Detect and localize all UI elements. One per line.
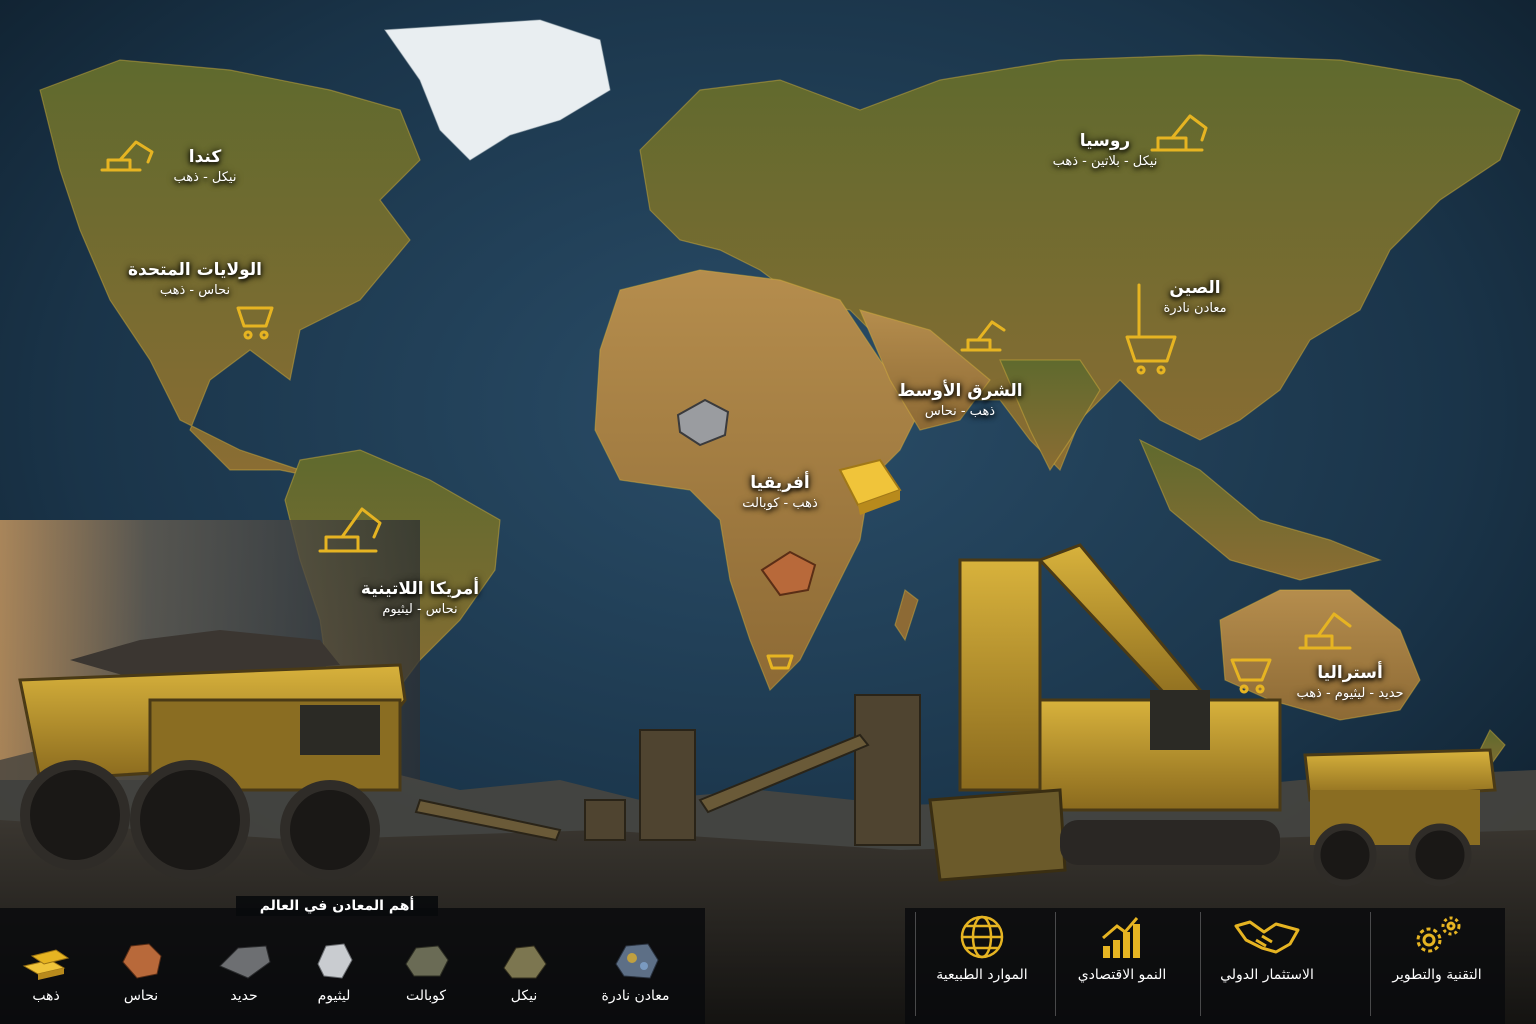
region-label-russia: روسيا نيكل - بلاتين - ذهب [1020, 130, 1190, 170]
region-name: أستراليا [1317, 663, 1383, 683]
legend-item-cobalt: كوبالت [380, 938, 472, 1004]
feature-economic-growth: النمو الاقتصادي [1055, 912, 1188, 1016]
legend-item-copper: نحاس [95, 938, 187, 1004]
region-minerals: نيكل - ذهب [173, 169, 237, 185]
region-name: روسيا [1079, 131, 1131, 151]
rare-earth-ore-icon [614, 943, 659, 979]
globe-icon [960, 915, 1004, 959]
legend-label: معادن نادرة [601, 988, 670, 1004]
legend-label: ذهب [32, 988, 60, 1004]
region-minerals: نحاس - ذهب [159, 282, 231, 298]
copper-nugget-icon [122, 943, 162, 979]
legend-item-nickel: نيكل [478, 938, 570, 1004]
legend-title: أهم المعادن في العالم [236, 896, 438, 916]
legend-label: كوبالت [405, 988, 447, 1004]
feature-label: الاستثمار الدولي [1220, 967, 1314, 983]
feature-tech-development: التقنية والتطوير [1370, 912, 1503, 1016]
region-label-africa: أفريقيا ذهب - كوبالت [715, 472, 845, 512]
region-label-middle-east: الشرق الأوسط ذهب - نحاس [890, 380, 1030, 420]
legend-item-rare-earths: معادن نادرة [578, 938, 693, 1004]
handshake-icon [1234, 920, 1300, 954]
region-minerals: نيكل - بلاتين - ذهب [1052, 153, 1158, 169]
region-label-canada: كندا نيكل - ذهب [150, 146, 260, 186]
region-minerals: معادن نادرة [1163, 300, 1227, 316]
legend-item-iron: حديد [198, 938, 290, 1004]
legend-label: حديد [230, 988, 258, 1004]
feature-international-investment: الاستثمار الدولي [1200, 912, 1333, 1016]
feature-natural-resources: الموارد الطبيعية [915, 912, 1048, 1016]
legend-label: نحاس [123, 988, 159, 1004]
cobalt-ore-icon [405, 945, 449, 977]
lithium-crystal-icon [317, 943, 353, 979]
legend-item-gold: ذهب [0, 938, 92, 1004]
gold-bars-icon [22, 949, 70, 980]
region-name: الولايات المتحدة [128, 260, 262, 280]
region-label-usa: الولايات المتحدة نحاس - ذهب [120, 259, 270, 299]
region-minerals: ذهب - نحاس [924, 403, 996, 419]
legend-label: نيكل [510, 988, 538, 1004]
region-name: الشرق الأوسط [897, 381, 1023, 401]
region-name: كندا [188, 147, 222, 167]
feature-label: التقنية والتطوير [1392, 967, 1482, 983]
region-name: أمريكا اللاتينية [360, 579, 480, 599]
nickel-ore-icon [503, 945, 547, 979]
iron-ore-icon [219, 945, 271, 979]
feature-label: النمو الاقتصادي [1077, 967, 1167, 983]
region-label-australia: أستراليا حديد - ليثيوم - ذهب [1270, 662, 1430, 702]
region-name: الصين [1169, 278, 1221, 298]
legend-item-lithium: ليثيوم [288, 938, 380, 1004]
region-label-latin-america: أمريكا اللاتينية نحاس - ليثيوم [340, 578, 500, 618]
region-name: أفريقيا [750, 473, 810, 493]
gears-icon [1416, 916, 1461, 953]
region-label-china: الصين معادن نادرة [1140, 277, 1250, 317]
region-minerals: حديد - ليثيوم - ذهب [1296, 685, 1404, 701]
growth-chart-icon [1102, 917, 1140, 958]
feature-label: الموارد الطبيعية [936, 967, 1028, 983]
legend-label: ليثيوم [317, 988, 351, 1004]
region-minerals: ذهب - كوبالت [742, 495, 818, 511]
region-minerals: نحاس - ليثيوم [382, 601, 458, 617]
